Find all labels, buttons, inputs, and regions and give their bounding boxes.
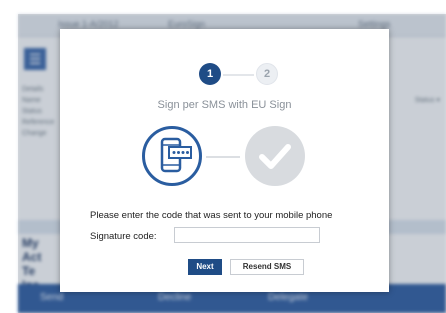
dialog-title: Sign per SMS with EU Sign [157,99,292,111]
phone-sms-icon [142,126,202,186]
instructions-text: Please enter the code that was sent to y… [90,210,333,221]
signature-code-input[interactable] [174,227,320,243]
signature-code-label: Signature code: [90,231,157,242]
icon-connector [206,156,240,158]
next-button[interactable]: Next [188,259,222,275]
step-connector [223,74,254,76]
step-indicator-1: 1 [199,63,221,85]
resend-sms-button[interactable]: Resend SMS [230,259,304,275]
sms-sign-dialog: 1 2 Sign per SMS with EU Sign Please ent… [60,29,389,292]
step-indicator-2: 2 [256,63,278,85]
check-icon [245,126,305,186]
